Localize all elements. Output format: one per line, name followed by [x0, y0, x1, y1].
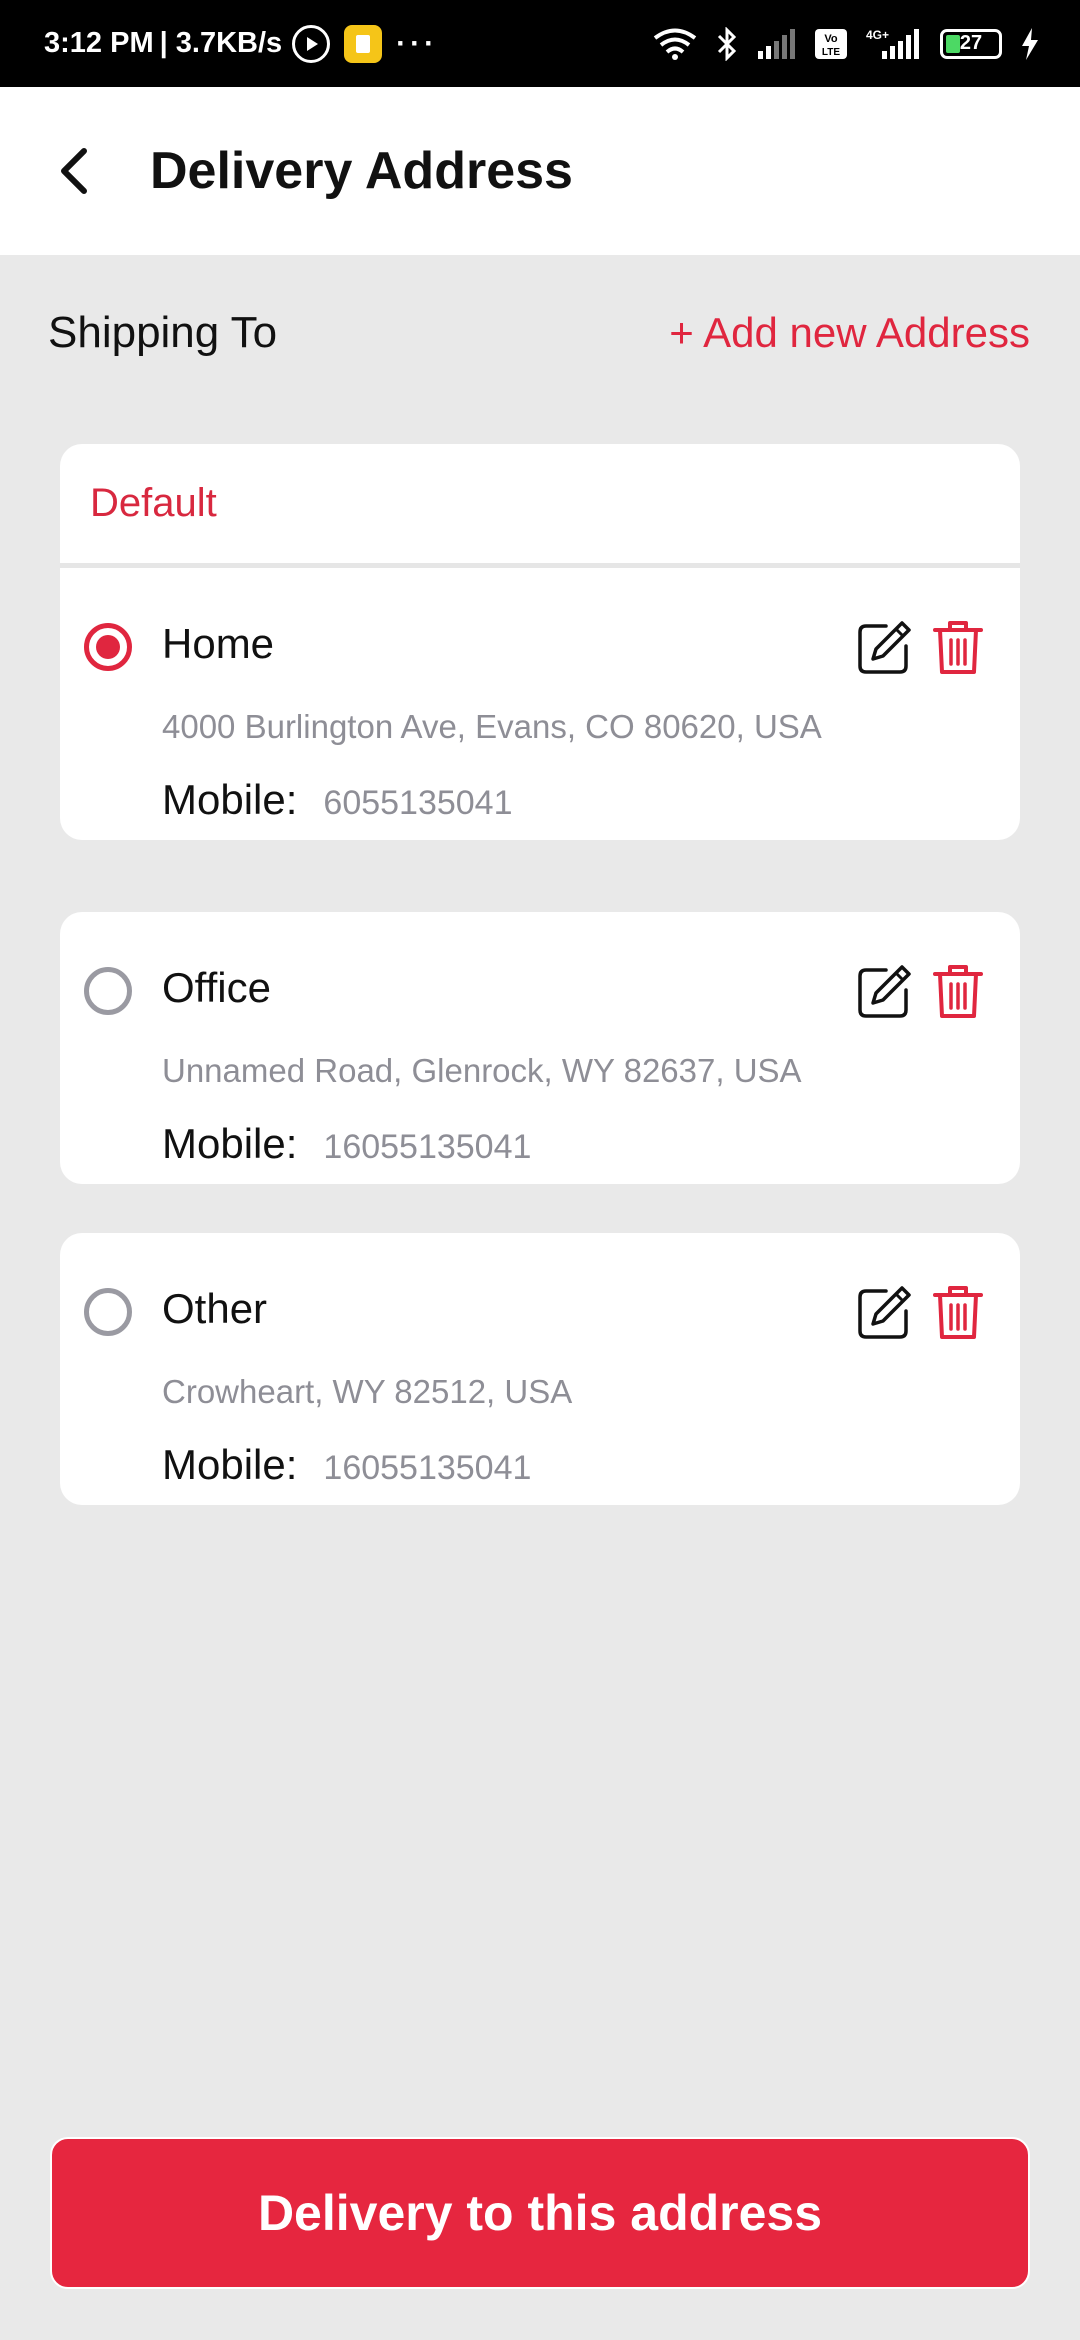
address-card-office: Office Unnamed Road, Glenrock, WY 82637,… — [60, 912, 1020, 1184]
wifi-icon — [653, 28, 697, 60]
back-arrow-icon — [61, 148, 87, 194]
page-title: Delivery Address — [150, 142, 573, 200]
address-card-home: Default Home 4000 Burlington Ave, Evans,… — [60, 444, 1020, 840]
charging-icon — [1022, 27, 1038, 60]
svg-text:4G+: 4G+ — [866, 28, 889, 42]
volte-icon: Vo LTE — [815, 28, 847, 59]
address-radio-selected[interactable] — [84, 623, 132, 671]
battery-level: 27 — [959, 32, 983, 54]
shipping-row: Shipping To + Add new Address — [48, 300, 1030, 366]
delivery-to-this-address-button[interactable]: Delivery to this address — [50, 2137, 1030, 2289]
svg-text:Vo: Vo — [824, 33, 838, 45]
signal-icon — [758, 28, 795, 59]
mobile-number: 16055135041 — [323, 1449, 532, 1487]
edit-icon[interactable] — [856, 1285, 912, 1341]
back-button[interactable] — [34, 131, 114, 211]
shipping-to-label: Shipping To — [48, 308, 278, 357]
mobile-row: Mobile: 16055135041 — [162, 1120, 531, 1168]
add-new-address-link[interactable]: + Add new Address — [669, 309, 1030, 357]
address-item[interactable]: Office Unnamed Road, Glenrock, WY 82637,… — [60, 912, 1020, 1184]
trash-icon[interactable] — [932, 1283, 984, 1341]
mobile-label: Mobile: — [162, 776, 298, 823]
address-card-other: Other Crowheart, WY 82512, USA Mobile: 1… — [60, 1233, 1020, 1505]
mobile-row: Mobile: 16055135041 — [162, 1441, 531, 1489]
address-text: 4000 Burlington Ave, Evans, CO 80620, US… — [162, 708, 822, 745]
default-label: Default — [90, 481, 217, 525]
bluetooth-icon — [717, 26, 737, 61]
address-name: Home — [162, 620, 275, 667]
address-radio[interactable] — [84, 967, 132, 1015]
trash-icon[interactable] — [932, 962, 984, 1020]
mobile-label: Mobile: — [162, 1120, 298, 1167]
status-network-speed: | 3.7KB/s — [159, 27, 283, 59]
app-notification-icon — [344, 24, 383, 63]
address-name: Other — [162, 1285, 268, 1332]
mobile-number: 6055135041 — [323, 784, 513, 822]
mobile-label: Mobile: — [162, 1441, 298, 1488]
svg-text:LTE: LTE — [822, 47, 840, 58]
status-bar-right: Vo LTE 4G+ 27 — [652, 26, 1040, 61]
mobile-number: 16055135041 — [323, 1128, 532, 1166]
battery-icon: 27 — [940, 28, 1002, 59]
status-bar: 3:12 PM | 3.7KB/s ··· Vo LTE 4G+ 27 — [0, 0, 1080, 87]
address-text: Crowheart, WY 82512, USA — [162, 1373, 573, 1410]
edit-icon[interactable] — [856, 620, 912, 676]
more-notifications-icon: ··· — [396, 26, 439, 60]
status-bar-left: 3:12 PM | 3.7KB/s ··· — [44, 24, 439, 63]
edit-icon[interactable] — [856, 964, 912, 1020]
default-section-header: Default — [60, 444, 1020, 568]
address-text: Unnamed Road, Glenrock, WY 82637, USA — [162, 1052, 802, 1089]
address-item[interactable]: Other Crowheart, WY 82512, USA Mobile: 1… — [60, 1233, 1020, 1505]
play-icon — [292, 24, 331, 63]
address-name: Office — [162, 964, 271, 1011]
address-item[interactable]: Home 4000 Burlington Ave, Evans, CO 8062… — [60, 568, 1020, 840]
4g-signal-icon: 4G+ — [866, 28, 919, 59]
app-header: Delivery Address — [0, 87, 1080, 255]
trash-icon[interactable] — [932, 618, 984, 676]
status-time: 3:12 PM — [44, 27, 154, 59]
address-radio[interactable] — [84, 1288, 132, 1336]
mobile-row: Mobile: 6055135041 — [162, 776, 513, 824]
